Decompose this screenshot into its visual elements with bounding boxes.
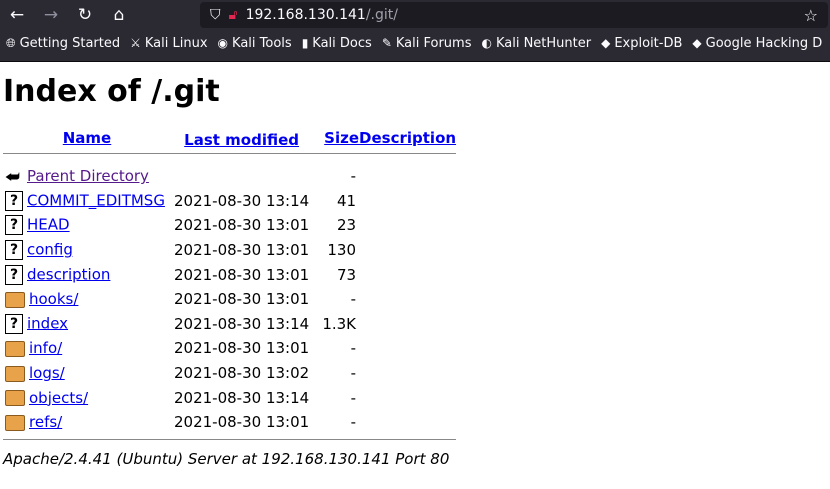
url-path: /.git/ (365, 7, 398, 23)
server-signature: Apache/2.4.41 (Ubuntu) Server at 192.168… (3, 449, 450, 468)
shield-icon: ⛉ (210, 7, 221, 23)
entry-link[interactable]: refs/ (29, 413, 62, 431)
folder-icon (5, 291, 25, 308)
entry-link[interactable]: HEAD (27, 216, 70, 234)
size-cell: - (350, 167, 357, 186)
folder-icon (5, 390, 25, 407)
table-row: ? description 2021-08-30 13:01 73 (3, 262, 456, 287)
directory-listing: Name Last modified Size Description ⮨ Par… (3, 127, 457, 440)
page-title: Index of /.git (3, 74, 220, 109)
bookmark-item[interactable]: ▮ Kali Docs (302, 36, 372, 51)
bookmark-item[interactable]: ✎ Kali Forums (382, 36, 472, 51)
file-icon: ? (5, 240, 23, 261)
modified-cell: 2021-08-30 13:14 (174, 388, 310, 407)
size-cell: 73 (336, 265, 357, 284)
size-cell: - (350, 388, 357, 407)
entry-link[interactable]: index (27, 314, 68, 332)
back-button[interactable]: ← (0, 5, 34, 25)
reload-button[interactable]: ↻ (68, 5, 102, 25)
bookmark-icon: ◆ (601, 36, 611, 50)
home-button[interactable]: ⌂ (102, 5, 136, 25)
table-row: ? config 2021-08-30 13:01 130 (3, 238, 456, 263)
size-cell: 41 (336, 191, 357, 210)
entry-link[interactable]: COMMIT_EDITMSG (27, 191, 165, 209)
modified-cell: 2021-08-30 13:01 (174, 290, 310, 309)
sort-description-link[interactable]: Description (359, 129, 456, 147)
table-row: ? COMMIT_EDITMSG 2021-08-30 13:14 41 (3, 189, 456, 214)
entry-link[interactable]: info/ (29, 339, 62, 357)
folder-icon (5, 365, 25, 382)
sort-name-link[interactable]: Name (63, 129, 111, 147)
bookmark-item[interactable]: ◆ Google Hacking D (692, 36, 822, 51)
entry-link[interactable]: description (27, 265, 110, 283)
insecure-lock-icon[interactable]: 🔓︎ (229, 7, 238, 23)
table-row: ? HEAD 2021-08-30 13:01 23 (3, 213, 456, 238)
browser-chrome: ← → ↻ ⌂ ⛉ 🔓︎ 192.168.130.141/.git/ ☆ 🌐︎ G… (0, 0, 830, 62)
bookmark-item[interactable]: ◐ Kali NetHunter (481, 36, 591, 51)
entry-link[interactable]: logs/ (29, 364, 65, 382)
size-cell: 1.3K (322, 314, 357, 333)
table-row: logs/ 2021-08-30 13:02 - (3, 361, 456, 386)
modified-cell: 2021-08-30 13:01 (174, 339, 310, 358)
modified-cell (171, 164, 312, 189)
sort-size-link[interactable]: Size (324, 129, 359, 147)
bookmark-icon: ◉ (217, 36, 229, 50)
size-cell: - (350, 364, 357, 383)
bookmark-item[interactable]: ◉ Kali Tools (218, 36, 292, 51)
size-cell: - (350, 339, 357, 358)
size-cell: - (350, 413, 357, 432)
modified-cell: 2021-08-30 13:14 (174, 191, 310, 210)
modified-cell: 2021-08-30 13:01 (174, 413, 310, 432)
entry-link[interactable]: objects/ (29, 389, 88, 407)
table-row: ? index 2021-08-30 13:14 1.3K (3, 312, 456, 337)
size-cell: - (350, 290, 357, 309)
entry-link[interactable]: hooks/ (29, 290, 78, 308)
file-icon: ? (5, 313, 23, 334)
parent-directory-icon: ⮨ (5, 166, 20, 186)
sort-modified-link[interactable]: Last modified (184, 131, 299, 149)
modified-cell: 2021-08-30 13:02 (174, 364, 310, 383)
bookmark-item[interactable]: 🌐︎ Getting Started (6, 36, 120, 51)
url-bar[interactable]: ⛉ 🔓︎ 192.168.130.141/.git/ ☆ (200, 2, 828, 28)
bookmark-item[interactable]: ◆ Exploit-DB (601, 36, 682, 51)
bookmark-icon: ▮ (301, 36, 309, 50)
modified-cell: 2021-08-30 13:01 (174, 216, 310, 235)
folder-icon (5, 414, 25, 431)
modified-cell: 2021-08-30 13:01 (174, 241, 310, 260)
bookmark-icon: ✎ (381, 36, 392, 50)
entry-link[interactable]: config (27, 241, 73, 259)
bookmark-icon: ◆ (692, 36, 702, 50)
modified-cell: 2021-08-30 13:01 (174, 265, 310, 284)
bookmark-icon: ⚔ (130, 36, 141, 50)
table-row: hooks/ 2021-08-30 13:01 - (3, 287, 456, 312)
table-row: refs/ 2021-08-30 13:01 - (3, 410, 456, 435)
file-icon: ? (5, 264, 23, 285)
table-row: ⮨ Parent Directory - (3, 164, 456, 189)
bookmark-icon: 🌐︎ (6, 36, 16, 50)
size-cell: 130 (327, 241, 357, 260)
bookmarks-bar: 🌐︎ Getting Started ⚔ Kali Linux ◉ Kali Tools ▮… (6, 36, 822, 51)
forward-button[interactable]: → (34, 5, 68, 25)
modified-cell: 2021-08-30 13:14 (174, 314, 310, 333)
bookmark-star-icon[interactable]: ☆ (804, 6, 818, 25)
url-host: 192.168.130.141 (245, 7, 366, 23)
entry-link[interactable]: Parent Directory (27, 167, 149, 185)
bookmark-item[interactable]: ⚔ Kali Linux (130, 36, 207, 51)
table-row: objects/ 2021-08-30 13:14 - (3, 385, 456, 410)
bookmark-icon: ◐ (481, 36, 492, 50)
file-icon: ? (5, 215, 23, 236)
table-row: info/ 2021-08-30 13:01 - (3, 336, 456, 361)
size-cell: 23 (336, 216, 357, 235)
file-icon: ? (5, 190, 23, 211)
folder-icon (5, 340, 25, 357)
